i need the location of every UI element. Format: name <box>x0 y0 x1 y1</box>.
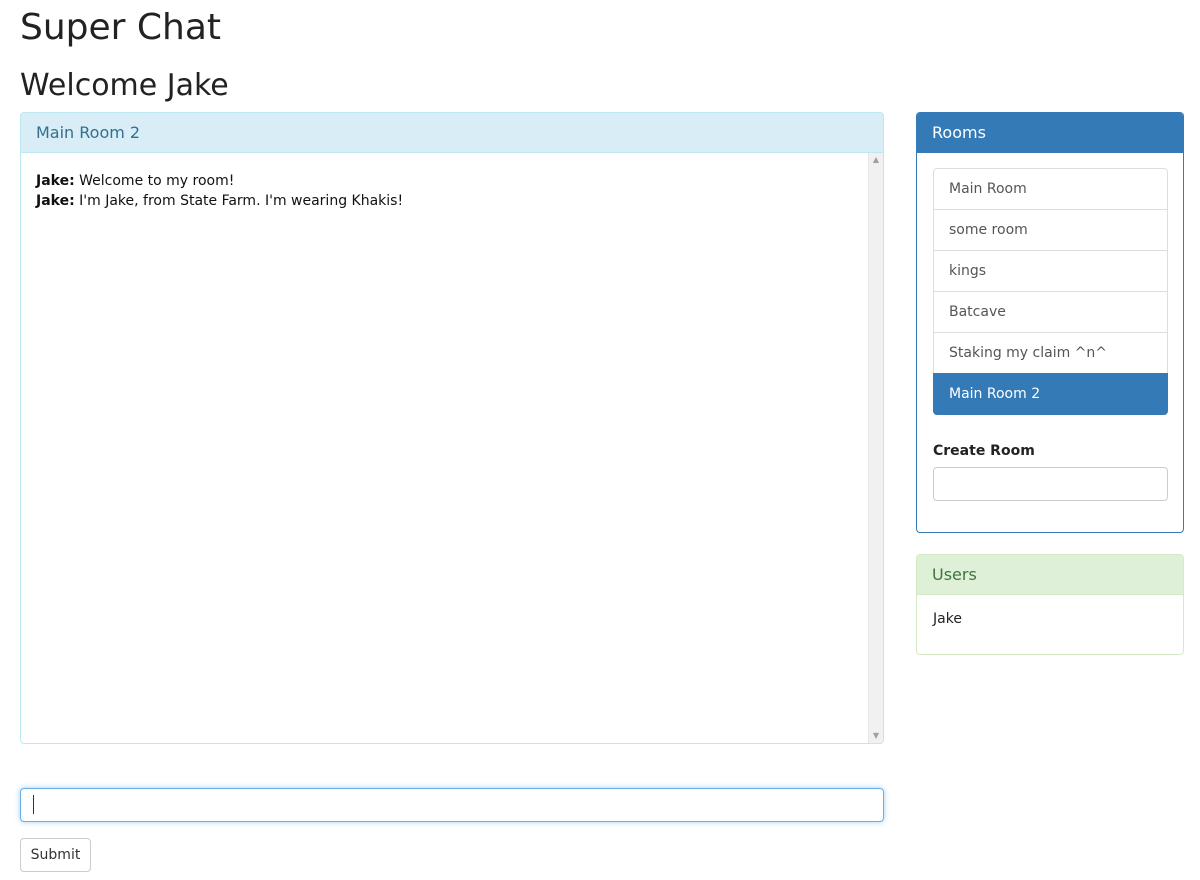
message: Jake: I'm Jake, from State Farm. I'm wea… <box>36 191 853 211</box>
user-list: Jake <box>933 611 962 627</box>
room-item-staking-my-claim[interactable]: Staking my claim ^n^ <box>933 332 1168 374</box>
create-room-input[interactable] <box>933 467 1168 501</box>
rooms-heading: Rooms <box>917 113 1183 153</box>
message-text: I'm Jake, from State Farm. I'm wearing K… <box>74 193 404 209</box>
room-list: Main Room some room kings Batcave Stakin… <box>933 168 1168 415</box>
message-input[interactable] <box>20 788 884 822</box>
room-item-some-room[interactable]: some room <box>933 209 1168 251</box>
triangle-up-icon[interactable]: ▲ <box>869 153 883 167</box>
message: Jake: Welcome to my room! <box>36 171 853 191</box>
scrollbar[interactable]: ▲ ▼ <box>868 153 883 743</box>
user-item: Jake <box>933 611 962 627</box>
message-list: Jake: Welcome to my room! Jake: I'm Jake… <box>36 171 853 211</box>
room-item-main-room[interactable]: Main Room <box>933 168 1168 210</box>
room-item-kings[interactable]: kings <box>933 250 1168 292</box>
create-room-label: Create Room <box>933 443 1035 459</box>
triangle-down-icon[interactable]: ▼ <box>869 729 883 743</box>
users-panel: Users Jake <box>916 554 1184 655</box>
submit-button[interactable]: Submit <box>20 838 91 872</box>
message-author: Jake: <box>36 173 75 189</box>
users-heading: Users <box>917 555 1183 595</box>
message-text: Welcome to my room! <box>74 173 235 189</box>
room-item-batcave[interactable]: Batcave <box>933 291 1168 333</box>
text-caret <box>33 795 34 814</box>
welcome-heading: Welcome Jake <box>20 68 229 103</box>
chat-room-title: Main Room 2 <box>21 113 883 153</box>
room-item-main-room-2[interactable]: Main Room 2 <box>933 373 1168 415</box>
chat-panel: Main Room 2 Jake: Welcome to my room! Ja… <box>20 112 884 744</box>
message-area[interactable]: Jake: Welcome to my room! Jake: I'm Jake… <box>21 153 883 743</box>
app-title: Super Chat <box>20 7 222 48</box>
rooms-panel: Rooms Main Room some room kings Batcave … <box>916 112 1184 533</box>
message-author: Jake: <box>36 193 75 209</box>
